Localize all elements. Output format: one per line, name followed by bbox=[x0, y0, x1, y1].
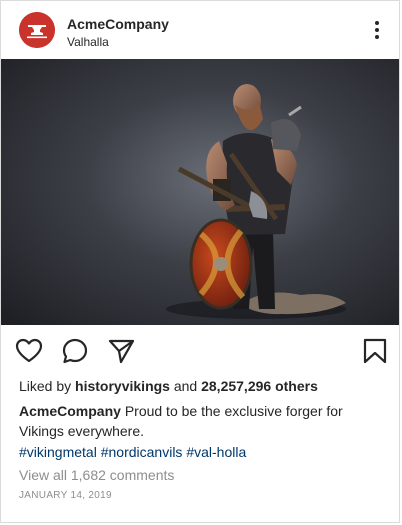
likes-prefix: Liked by bbox=[19, 378, 72, 394]
anvil-logo-icon bbox=[19, 12, 55, 48]
like-button[interactable] bbox=[15, 337, 43, 365]
post-header: AcmeCompany Valhalla bbox=[1, 1, 399, 59]
bookmark-icon bbox=[363, 338, 387, 364]
comment-bubble-icon bbox=[62, 338, 88, 364]
viking-warrior-photo bbox=[1, 59, 399, 325]
heart-icon bbox=[15, 338, 43, 363]
hashtags: #vikingmetal #nordicanvils #val-holla bbox=[19, 443, 246, 461]
post-timestamp: JANUARY 14, 2019 bbox=[19, 490, 112, 501]
first-liker[interactable]: historyvikings bbox=[75, 378, 170, 394]
view-all-comments-link[interactable]: View all 1,682 comments bbox=[19, 466, 174, 484]
post-location[interactable]: Valhalla bbox=[67, 35, 109, 49]
hashtag-link[interactable]: #vikingmetal bbox=[19, 444, 97, 460]
post-actions bbox=[1, 327, 399, 375]
save-button[interactable] bbox=[361, 337, 389, 365]
paper-plane-icon bbox=[108, 339, 135, 364]
hashtag-link[interactable]: #nordicanvils bbox=[101, 444, 183, 460]
post-image[interactable] bbox=[1, 59, 399, 325]
avatar[interactable] bbox=[19, 12, 55, 48]
likes-others[interactable]: 28,257,296 others bbox=[201, 378, 318, 394]
more-dots-icon bbox=[375, 21, 379, 39]
likes-summary: Liked by historyvikings and 28,257,296 o… bbox=[19, 377, 318, 395]
hashtag-link[interactable]: #val-holla bbox=[186, 444, 246, 460]
caption-username[interactable]: AcmeCompany bbox=[19, 403, 121, 419]
share-button[interactable] bbox=[107, 337, 135, 365]
post-username[interactable]: AcmeCompany bbox=[67, 16, 169, 32]
comment-button[interactable] bbox=[61, 337, 89, 365]
post-card: AcmeCompany Valhalla Liked by historyvik… bbox=[0, 0, 400, 523]
post-caption: AcmeCompany Proud to be the exclusive fo… bbox=[19, 401, 379, 441]
more-options-button[interactable] bbox=[367, 19, 387, 41]
likes-conjunction: and bbox=[173, 378, 198, 394]
